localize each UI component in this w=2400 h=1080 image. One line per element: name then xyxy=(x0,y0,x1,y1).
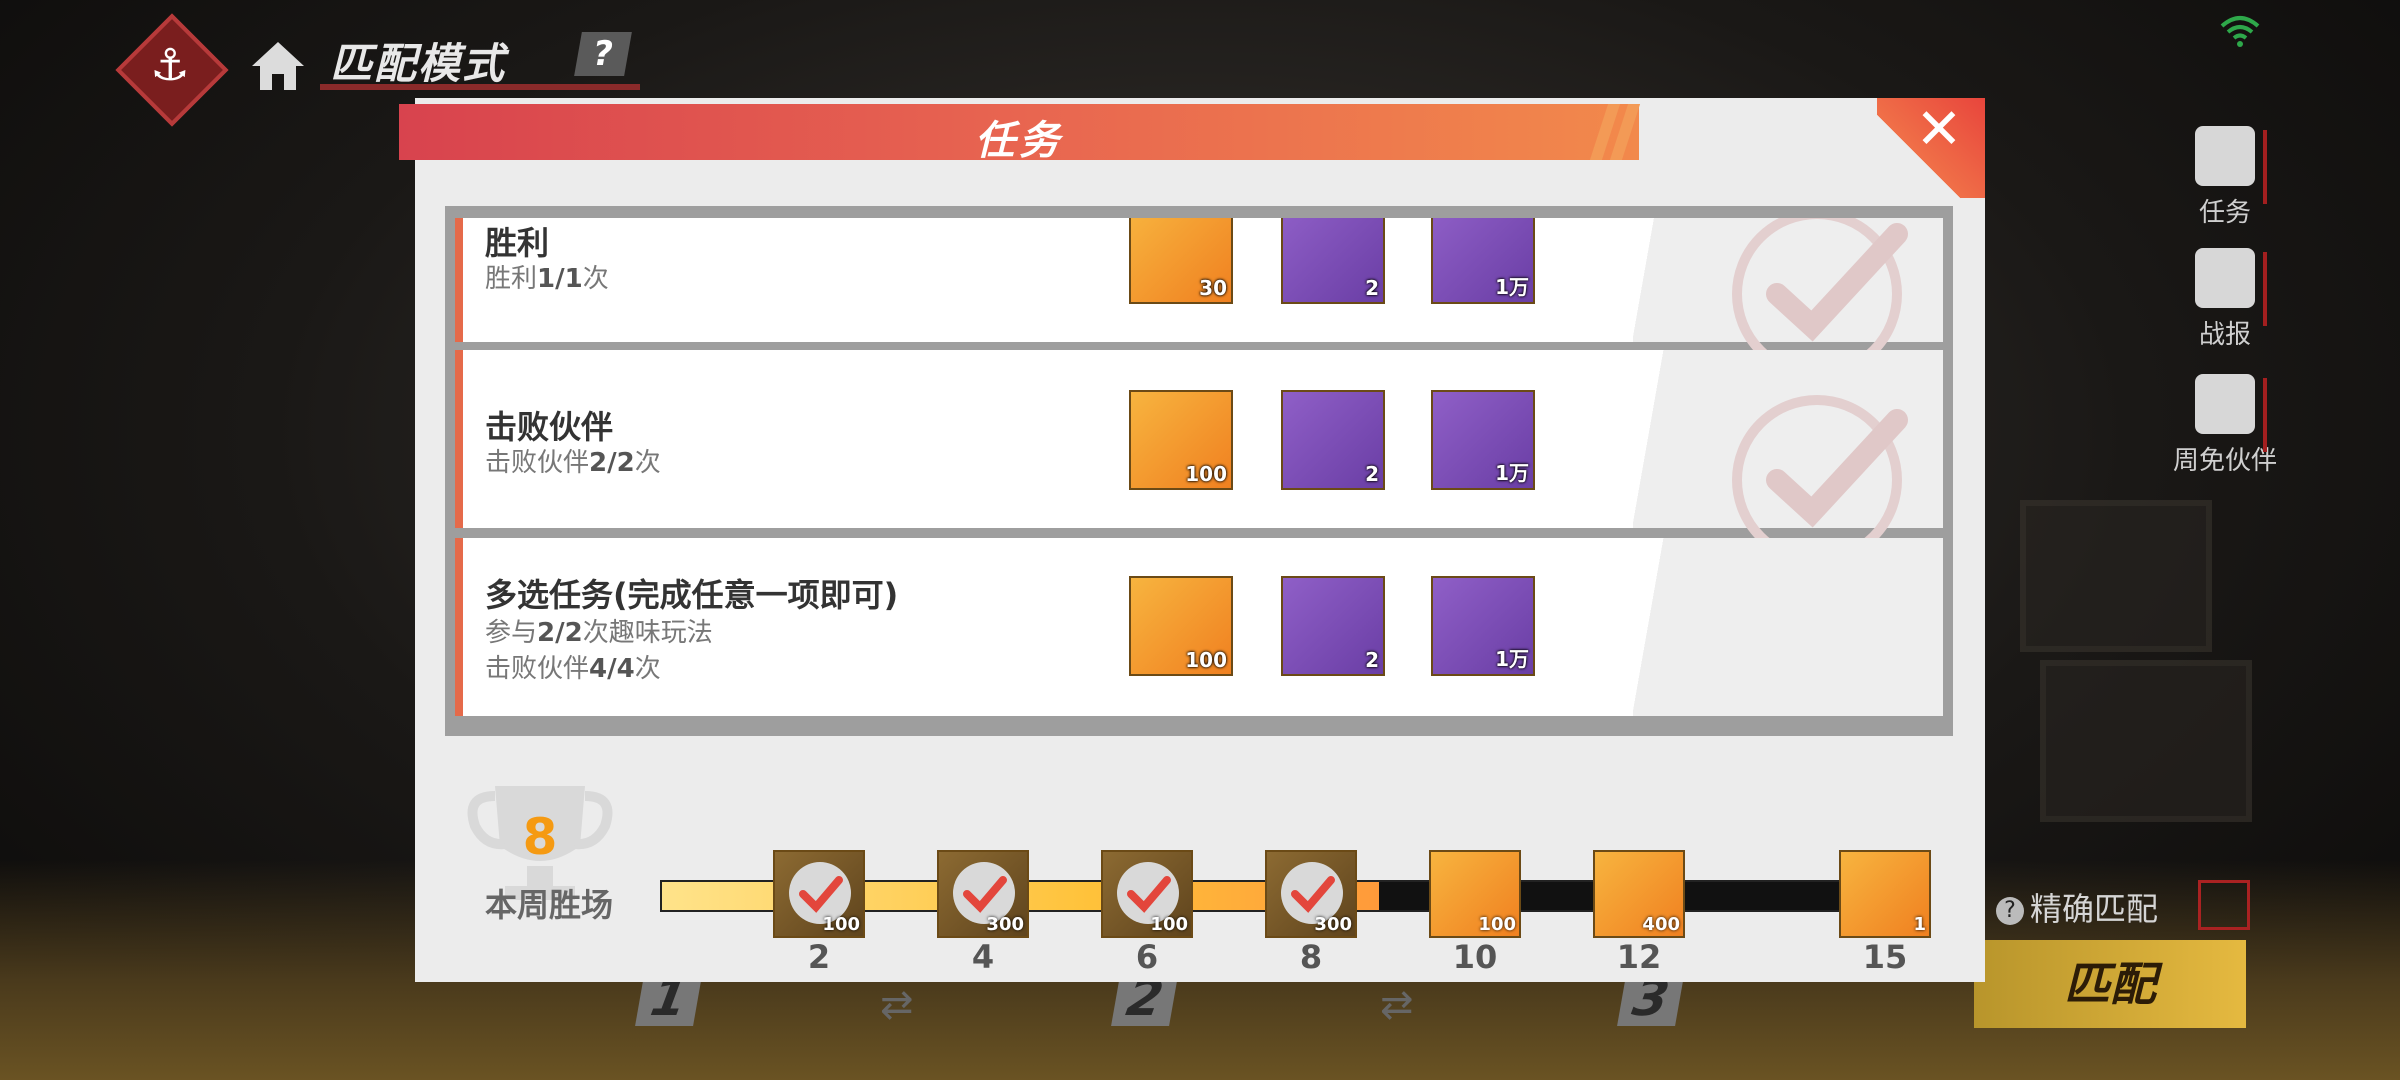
reward-qty: 2 xyxy=(1365,462,1379,486)
milestone-wins: 15 xyxy=(1862,938,1908,976)
weekly-win-label: 本周胜场 xyxy=(485,886,614,924)
match-button[interactable]: 匹配 xyxy=(1974,940,2246,1028)
milestone-qty: 400 xyxy=(1642,914,1680,935)
home-icon[interactable] xyxy=(248,36,308,96)
ticket-icon[interactable]: 1 xyxy=(1839,850,1931,938)
task-progress: 击败伙伴2/2次 xyxy=(485,448,661,478)
reward-qty: 1万 xyxy=(1495,647,1529,671)
milestone-qty: 1 xyxy=(1913,914,1926,935)
side-menu-weekly-free[interactable]: 周免伙伴 xyxy=(2170,374,2280,477)
reward-qty: 100 xyxy=(1185,462,1227,486)
silver-anchor-icon[interactable]: 300 xyxy=(1265,850,1357,938)
silver-anchor-icon[interactable]: 400 xyxy=(1593,850,1685,938)
task-scroll-icon xyxy=(2195,126,2267,204)
devil-fruit-icon[interactable]: 100 xyxy=(773,850,865,938)
milestone-qty: 300 xyxy=(986,914,1024,935)
reward-qty: 30 xyxy=(1199,276,1227,300)
task-list-frame: 胜利 胜利1/1次 30 2 1万 击败伙伴 击败伙伴2/2次 100 2 1万 xyxy=(445,206,1953,736)
side-menu-tasks[interactable]: 任务 xyxy=(2170,126,2280,229)
milestone-wins: 6 xyxy=(1135,938,1159,976)
task-accent xyxy=(455,538,463,716)
side-menu-report[interactable]: 战报 xyxy=(2170,248,2280,351)
wifi-icon xyxy=(2220,16,2260,47)
menu-accent-bar xyxy=(2263,252,2267,326)
help-book-icon xyxy=(2195,374,2267,452)
close-icon[interactable]: ✕ xyxy=(1909,100,1969,160)
reward-qty: 2 xyxy=(1365,648,1379,672)
background-crate xyxy=(2020,500,2212,652)
reward-qty: 1万 xyxy=(1495,275,1529,299)
berry-coin-icon[interactable]: 1万 xyxy=(1431,576,1535,676)
mode-title: 匹配模式 xyxy=(330,39,507,88)
milestone-qty: 300 xyxy=(1314,914,1352,935)
exp-book-icon[interactable]: 2 xyxy=(1281,218,1385,304)
devil-fruit-icon[interactable]: 100 xyxy=(1101,850,1193,938)
task-progress: 胜利1/1次 xyxy=(485,264,609,294)
modal-title: 任务 xyxy=(975,118,1063,164)
completed-check-icon xyxy=(1732,218,1908,364)
exp-book-icon[interactable]: 2 xyxy=(1281,390,1385,490)
milestone-qty: 100 xyxy=(1478,914,1516,935)
swap-icon: ⇄ xyxy=(1380,982,1414,1028)
silver-anchor-icon[interactable]: 100 xyxy=(1129,390,1233,490)
reward-qty: 100 xyxy=(1185,648,1227,672)
task-option-progress: 击败伙伴4/4次 xyxy=(485,654,661,684)
task-name: 多选任务(完成任意一项即可) xyxy=(485,576,899,614)
silver-anchor-icon[interactable]: 100 xyxy=(1129,576,1233,676)
milestone-wins: 12 xyxy=(1616,938,1662,976)
help-icon[interactable]: ? xyxy=(574,32,632,76)
precise-match-label: ? 精确匹配 xyxy=(1996,884,2158,930)
milestone-wins: 10 xyxy=(1452,938,1498,976)
weekly-win-count: 8 xyxy=(522,808,558,866)
reward-qty: 1万 xyxy=(1495,461,1529,485)
devil-fruit-icon[interactable]: 30 xyxy=(1129,218,1233,304)
milestone-qty: 100 xyxy=(822,914,860,935)
task-row: 击败伙伴 击败伙伴2/2次 100 2 1万 xyxy=(455,350,1943,550)
header-underline xyxy=(320,84,640,90)
background-crate xyxy=(2040,660,2252,822)
berry-coin-icon[interactable]: 1万 xyxy=(1431,390,1535,490)
silver-anchor-icon[interactable]: 300 xyxy=(937,850,1029,938)
milestone-qty: 100 xyxy=(1150,914,1188,935)
reward-qty: 2 xyxy=(1365,276,1379,300)
task-modal: 任务 ✕ 胜利 胜利1/1次 30 2 1万 击败伙伴 击败伙伴2/2次 100… xyxy=(399,98,1985,982)
milestone-wins: 8 xyxy=(1299,938,1323,976)
swap-icon: ⇄ xyxy=(880,982,914,1028)
megaphone-icon xyxy=(2195,248,2267,326)
task-list[interactable]: 胜利 胜利1/1次 30 2 1万 击败伙伴 击败伙伴2/2次 100 2 1万 xyxy=(455,218,1943,724)
task-status-zone xyxy=(1633,538,1943,716)
devil-fruit-icon[interactable]: 100 xyxy=(1429,850,1521,938)
precise-match-checkbox[interactable] xyxy=(2198,880,2250,930)
question-icon[interactable]: ? xyxy=(1996,897,2024,925)
task-row: 多选任务(完成任意一项即可) 参与2/2次趣味玩法 击败伙伴4/4次 100 2… xyxy=(455,538,1943,716)
exp-book-icon[interactable]: 2 xyxy=(1281,576,1385,676)
milestone-wins: 4 xyxy=(971,938,995,976)
task-accent xyxy=(455,350,463,528)
task-option-progress: 参与2/2次趣味玩法 xyxy=(485,618,713,648)
modal-titlebar: 任务 xyxy=(399,104,1641,164)
berry-coin-icon[interactable]: 1万 xyxy=(1431,218,1535,304)
menu-accent-bar xyxy=(2263,378,2267,452)
task-accent xyxy=(455,218,463,342)
completed-check-icon xyxy=(1732,395,1908,550)
back-anchor-button[interactable]: ⚓ xyxy=(115,13,229,127)
milestone-wins: 2 xyxy=(807,938,831,976)
anchor-icon: ⚓ xyxy=(150,40,190,91)
menu-accent-bar xyxy=(2263,130,2267,204)
task-row: 胜利 胜利1/1次 30 2 1万 xyxy=(455,218,1943,364)
